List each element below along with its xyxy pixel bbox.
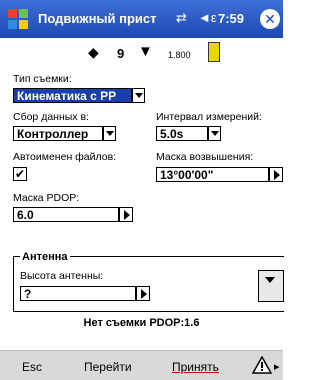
accept-button[interactable]: Принять [172, 360, 219, 374]
go-button[interactable]: Перейти [84, 360, 132, 374]
measure-method-button[interactable] [258, 270, 284, 302]
survey-type-select[interactable]: Кинематика с PP [13, 88, 132, 103]
antenna-group-title: Антенна [20, 251, 70, 263]
pdop-mask-arrow-icon[interactable] [119, 207, 133, 222]
window-title: Подвижный прист [38, 11, 157, 26]
satellite-icon[interactable]: ◆ [88, 44, 99, 61]
antenna-height-arrow-icon[interactable] [136, 286, 150, 301]
antenna-group [13, 256, 284, 312]
satellite-count[interactable]: 9 [117, 46, 124, 61]
elevation-mask-label: Маска возвышения: [156, 151, 254, 163]
warning-icon[interactable] [252, 356, 272, 374]
battery-icon[interactable] [208, 42, 220, 62]
interval-label: Интервал измерений: [156, 111, 262, 123]
close-button[interactable]: ✕ [260, 9, 280, 29]
instrument-status-bar: ◆ 9 ▼ 1.800 [0, 38, 283, 66]
elevation-mask-input[interactable]: 13°00'00" [156, 167, 269, 182]
elevation-mask-arrow-icon[interactable] [269, 167, 283, 182]
data-logging-select[interactable]: Контроллер [13, 126, 103, 141]
antenna-icon[interactable]: ▼ [138, 43, 153, 60]
pdop-mask-label: Маска PDOP: [13, 192, 80, 204]
survey-type-dropdown-icon[interactable] [132, 88, 145, 103]
antenna-height-value[interactable]: 1.800 [168, 50, 191, 60]
interval-select[interactable]: 5.0s [156, 126, 208, 141]
antenna-height-label: Высота антенны: [20, 270, 104, 282]
pdop-mask-input[interactable]: 6.0 [13, 207, 119, 222]
survey-status-text: Нет съемки PDOP:1.6 [83, 317, 200, 329]
antenna-height-input[interactable]: ? [20, 286, 136, 301]
volume-icon[interactable]: ◄ε [198, 10, 217, 25]
esc-button[interactable]: Esc [22, 360, 42, 374]
survey-type-label: Тип съемки: [13, 73, 72, 85]
auto-files-checkbox[interactable]: ✔ [13, 167, 27, 181]
auto-files-label: Автоименен файлов: [13, 151, 117, 163]
command-bar: Esc Перейти Принять ▸ [0, 350, 283, 380]
more-arrow-icon[interactable]: ▸ [274, 360, 280, 373]
data-logging-dropdown-icon[interactable] [103, 126, 116, 141]
interval-dropdown-icon[interactable] [208, 126, 221, 141]
connection-icon[interactable]: ⇄ [176, 10, 187, 26]
clock-time[interactable]: 7:59 [218, 11, 244, 26]
data-logging-label: Сбор данных в: [13, 111, 89, 123]
title-bar: Подвижный прист ⇄ ◄ε 7:59 ✕ [0, 0, 283, 38]
windows-start-icon[interactable] [6, 7, 30, 31]
